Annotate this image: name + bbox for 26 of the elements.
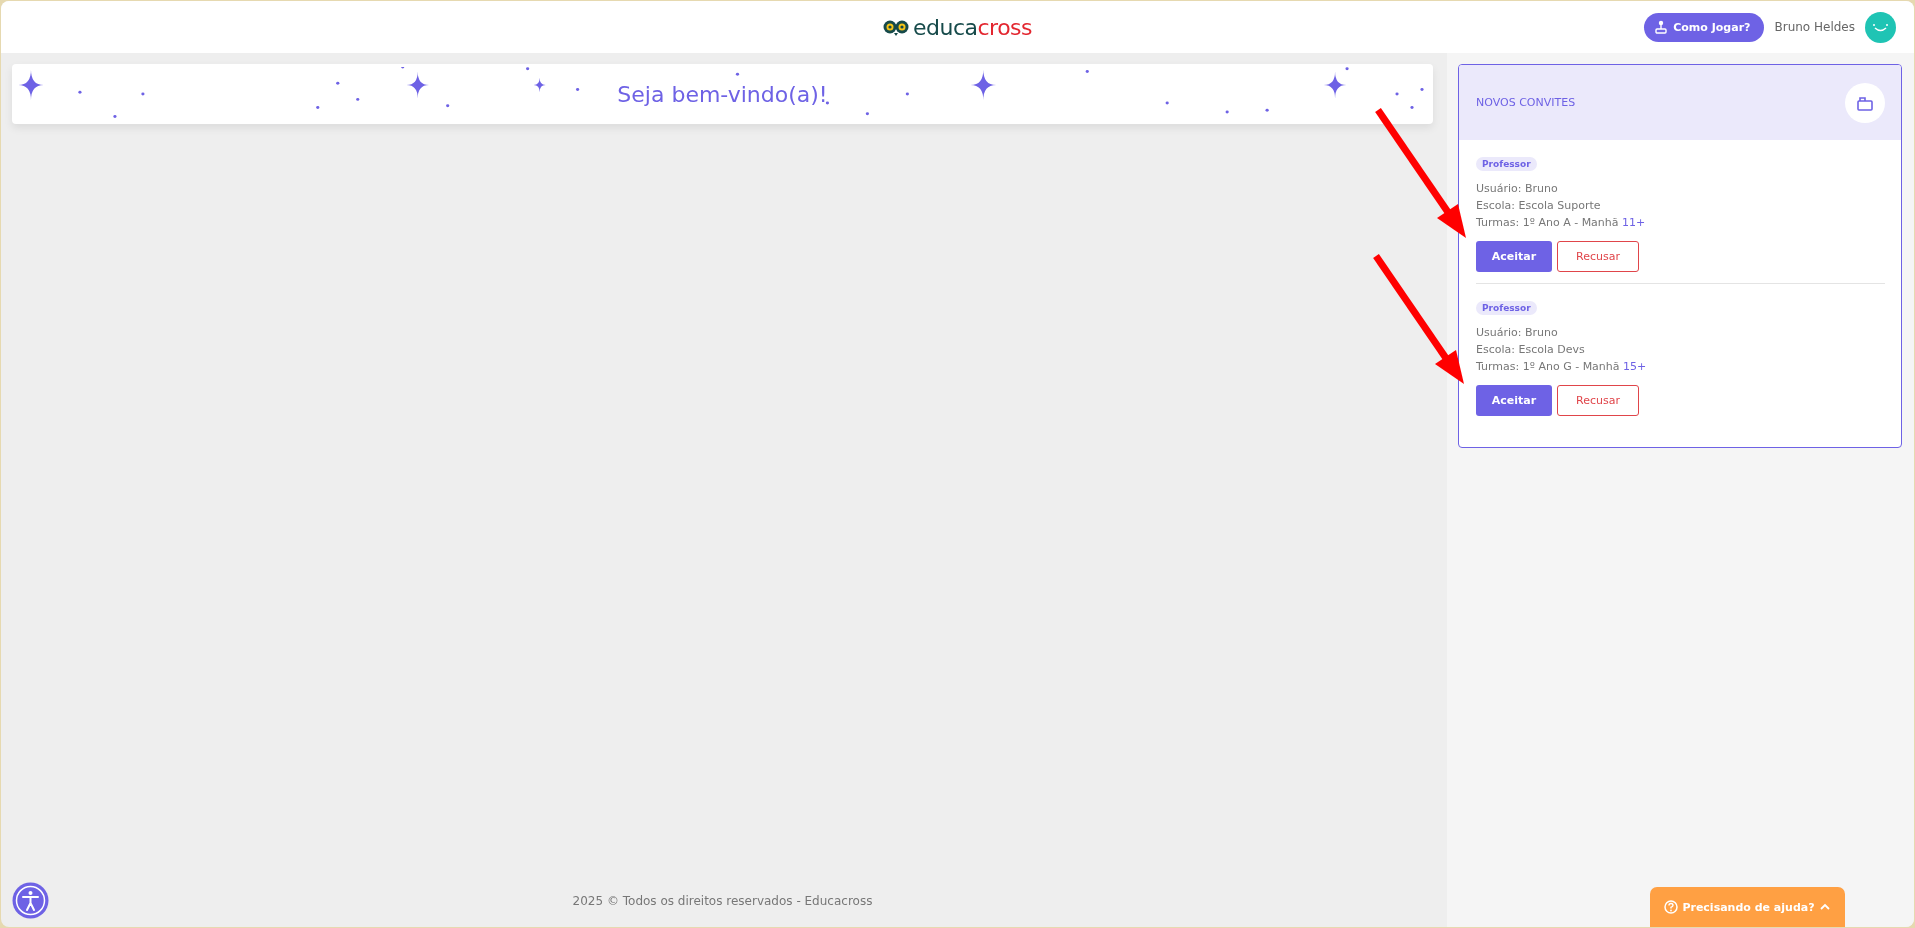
school-text: Escola: Escola Devs xyxy=(1476,342,1586,357)
avatar[interactable] xyxy=(1865,11,1896,43)
accessibility-button[interactable] xyxy=(12,882,49,919)
user-text: Usuário: Bruno xyxy=(1476,325,1559,340)
user-name: Bruno Heldes xyxy=(1774,20,1855,34)
how-to-play-button[interactable]: Como Jogar? xyxy=(1644,12,1765,42)
role-tag: Professor xyxy=(1476,157,1537,171)
role-tag: Professor xyxy=(1476,301,1537,315)
more-classes-count[interactable]: 15+ xyxy=(1623,360,1647,373)
accept-button[interactable]: Aceitar xyxy=(1476,385,1552,416)
decline-button[interactable]: Recusar xyxy=(1557,385,1639,416)
classes-text: Turmas: 1º Ano A - Manhã xyxy=(1476,216,1619,229)
accept-button[interactable]: Aceitar xyxy=(1476,241,1552,272)
classes-text: Turmas: 1º Ano G - Manhã xyxy=(1476,360,1620,373)
decline-button[interactable]: Recusar xyxy=(1557,241,1639,272)
more-classes-count[interactable]: 11+ xyxy=(1622,216,1646,229)
school-text: Escola: Escola Suporte xyxy=(1476,198,1602,213)
panel-title: NOVOS CONVITES xyxy=(1476,96,1576,109)
logo[interactable]: educacross xyxy=(882,14,1033,40)
joystick-icon xyxy=(1654,20,1669,34)
welcome-title: Seja bem-vindo(a)! xyxy=(617,81,828,107)
copyright-text: 2025 © Todos os direitos reservados - Educacross xyxy=(572,894,873,908)
accessibility-icon xyxy=(12,882,49,919)
user-text: Usuário: Bruno xyxy=(1476,181,1559,196)
question-icon xyxy=(1664,900,1679,914)
chevron-up-icon xyxy=(1818,902,1831,912)
